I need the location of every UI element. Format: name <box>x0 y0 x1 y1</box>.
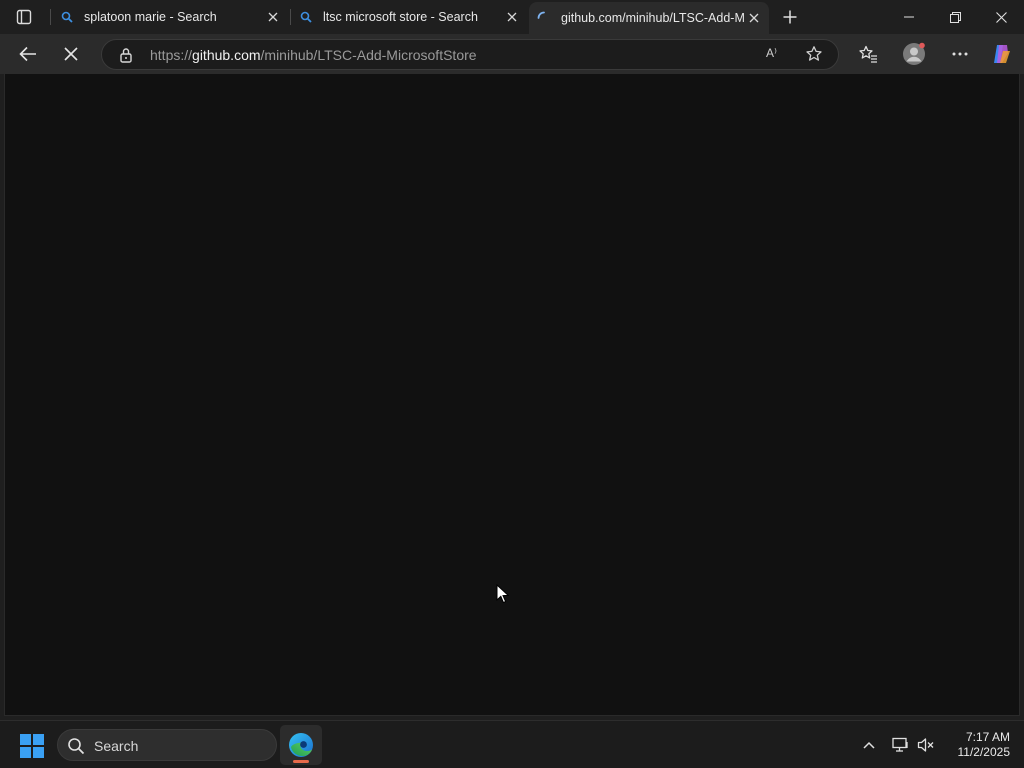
clock-time: 7:17 AM <box>965 730 1010 744</box>
mouse-cursor-icon <box>496 583 510 609</box>
new-tab-button[interactable] <box>778 5 802 29</box>
url-host: github.com <box>192 47 261 63</box>
read-aloud-icon[interactable]: A⁾ <box>766 46 777 60</box>
url-text: https://github.com/minihub/LTSC-Add-Micr… <box>150 47 477 63</box>
search-label: Search <box>94 738 139 754</box>
close-icon <box>64 47 78 61</box>
copilot-icon <box>994 45 1010 63</box>
favorites-button[interactable] <box>853 40 883 68</box>
settings-more-button[interactable] <box>945 40 975 68</box>
close-icon[interactable] <box>503 8 521 26</box>
close-window-button[interactable] <box>978 0 1024 34</box>
clock-date: 11/2/2025 <box>957 745 1011 759</box>
speaker-muted-icon <box>917 738 934 752</box>
volume-button[interactable] <box>914 733 938 757</box>
loading-spinner-icon <box>537 11 551 25</box>
tab-ltsc-microsoft-store[interactable]: ltsc microsoft store - Search <box>291 0 527 34</box>
stop-loading-button[interactable] <box>56 40 86 68</box>
url-path: /minihub/LTSC-Add-MicrosoftStore <box>260 47 477 63</box>
close-icon <box>995 11 1007 23</box>
edge-browser-icon <box>289 733 313 757</box>
url-scheme: https:// <box>150 47 193 63</box>
plus-icon <box>783 10 797 24</box>
tab-github-ltsc-add-microsoftstore[interactable]: github.com/minihub/LTSC-Add-M <box>529 2 769 34</box>
search-icon <box>299 10 313 24</box>
more-horizontal-icon <box>952 52 968 56</box>
clock[interactable]: 7:17 AM 11/2/2025 <box>940 730 1011 760</box>
back-button[interactable] <box>13 40 43 68</box>
address-bar[interactable]: https://github.com/minihub/LTSC-Add-Micr… <box>101 39 839 70</box>
profile-button[interactable] <box>899 40 929 68</box>
show-hidden-icons-button[interactable] <box>857 733 881 757</box>
tab-splatoon-marie[interactable]: splatoon marie - Search <box>52 0 288 34</box>
chevron-up-icon <box>863 741 875 749</box>
tab-title: ltsc microsoft store - Search <box>323 10 478 24</box>
taskbar: Search 7:17 AM 11/2/2025 <box>0 720 1024 768</box>
close-icon[interactable] <box>745 9 763 27</box>
windows-logo-icon <box>33 747 44 758</box>
taskbar-edge-button[interactable] <box>280 725 322 765</box>
search-icon <box>60 10 74 24</box>
tab-separator <box>50 9 51 25</box>
tab-bar: splatoon marie - Search ltsc microsoft s… <box>0 0 1024 34</box>
taskbar-search-box[interactable]: Search <box>57 729 277 761</box>
search-icon <box>67 737 85 760</box>
tab-actions-icon <box>16 9 32 25</box>
minimize-icon <box>904 16 914 18</box>
network-button[interactable] <box>889 733 913 757</box>
favorites-list-icon <box>859 45 877 63</box>
arrow-left-icon <box>19 46 36 62</box>
lock-icon[interactable] <box>119 47 133 68</box>
tab-title: splatoon marie - Search <box>84 10 217 24</box>
tab-title: github.com/minihub/LTSC-Add-M <box>561 11 745 25</box>
page-content-area[interactable] <box>4 74 1020 716</box>
restore-icon <box>949 11 961 23</box>
copilot-button[interactable] <box>986 40 1016 68</box>
windows-logo-icon <box>20 747 31 758</box>
restore-button[interactable] <box>932 0 978 34</box>
network-monitor-icon <box>892 737 908 752</box>
favorite-star-icon[interactable] <box>805 45 823 68</box>
close-icon[interactable] <box>264 8 282 26</box>
navigation-toolbar: https://github.com/minihub/LTSC-Add-Micr… <box>0 34 1024 74</box>
avatar-icon <box>903 42 925 65</box>
running-indicator <box>293 760 309 763</box>
windows-logo-icon <box>33 734 44 745</box>
start-button[interactable] <box>20 734 44 758</box>
minimize-button[interactable] <box>886 0 932 34</box>
tab-actions-button[interactable] <box>6 4 42 30</box>
windows-logo-icon <box>20 734 31 745</box>
